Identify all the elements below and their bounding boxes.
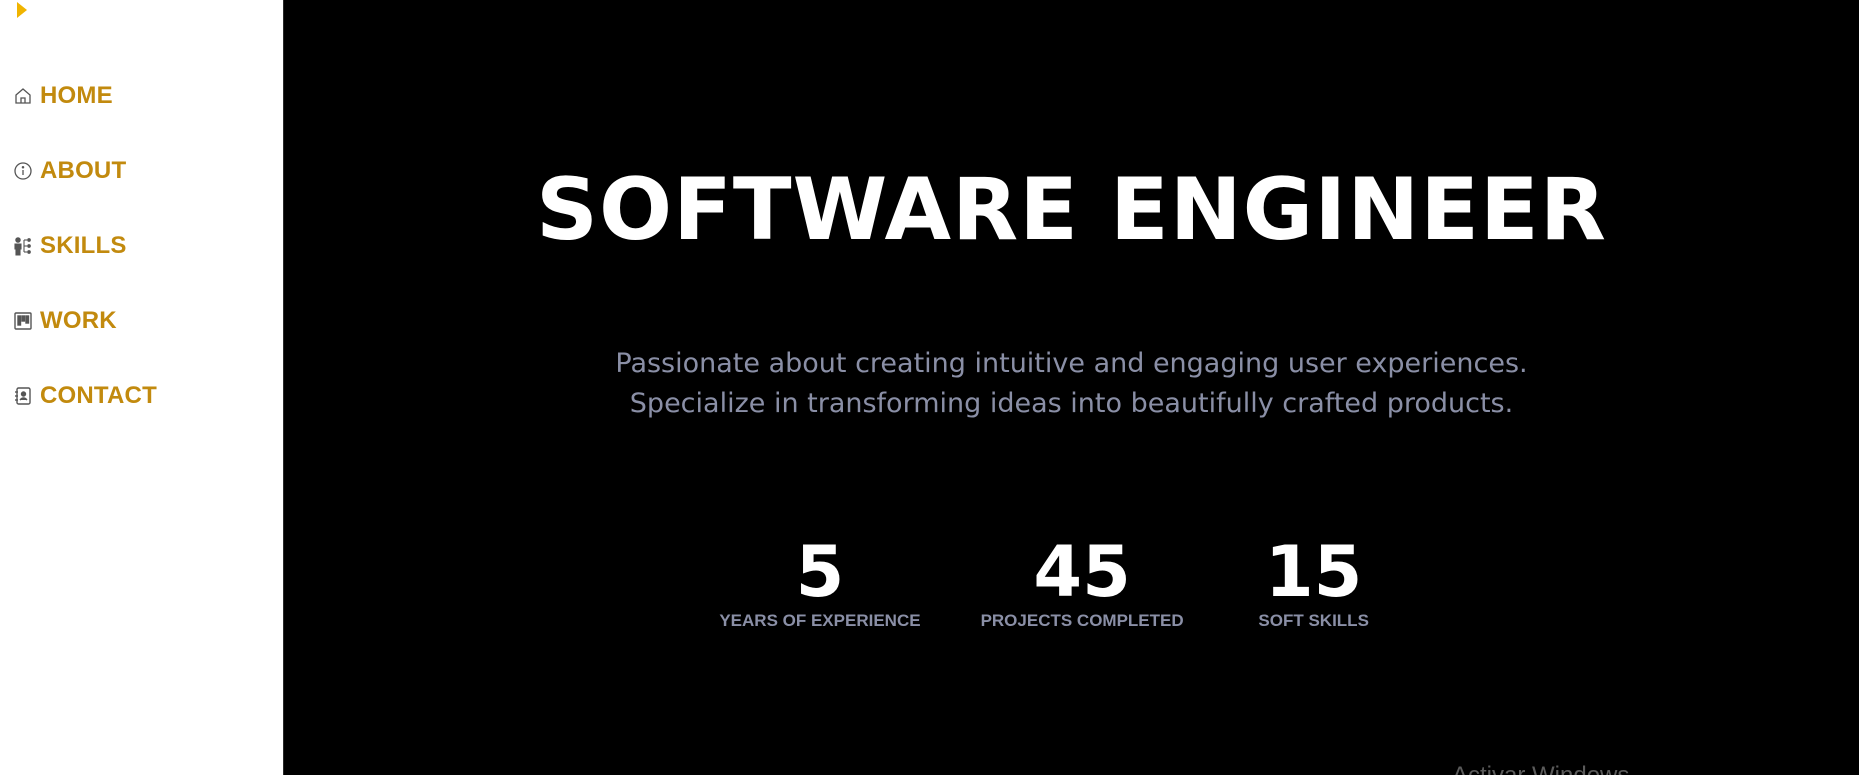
- caret-right-icon: [17, 2, 27, 18]
- stat-value: 45: [1033, 531, 1131, 613]
- stat-value: 5: [795, 531, 845, 613]
- stat-value: 15: [1264, 531, 1363, 613]
- skills-icon: [12, 235, 34, 257]
- sidebar: HOME ABOUT SKILLS WORK CONTACT: [0, 0, 283, 775]
- sidebar-item-home[interactable]: HOME: [0, 76, 283, 116]
- stat-projects-completed: 45 PROJECTS COMPLETED: [981, 535, 1184, 631]
- sidebar-item-label: ABOUT: [40, 157, 127, 184]
- sidebar-item-work[interactable]: WORK: [0, 301, 283, 341]
- stat-label: PROJECTS COMPLETED: [980, 611, 1184, 630]
- stat-label: SOFT SKILLS: [1258, 611, 1369, 630]
- sidebar-item-label: CONTACT: [40, 382, 157, 409]
- contact-book-icon: [12, 385, 34, 407]
- sidebar-toggle-button[interactable]: [14, 0, 30, 20]
- sidebar-item-about[interactable]: ABOUT: [0, 151, 283, 191]
- page: HOME ABOUT SKILLS WORK CONTACT SOFTWARE …: [0, 0, 1859, 775]
- windows-activation-watermark: Activar Windows: [1452, 762, 1629, 775]
- sidebar-item-skills[interactable]: SKILLS: [0, 226, 283, 266]
- kanban-board-icon: [12, 310, 34, 332]
- sidebar-item-contact[interactable]: CONTACT: [0, 376, 283, 416]
- stat-label: YEARS OF EXPERIENCE: [719, 611, 921, 630]
- hero-title: SOFTWARE ENGINEER: [536, 160, 1607, 260]
- stat-years-experience: 5 YEARS OF EXPERIENCE: [719, 535, 920, 631]
- sidebar-item-label: WORK: [40, 307, 117, 334]
- hero-subtitle: Passionate about creating intuitive and …: [284, 344, 1859, 424]
- stat-soft-skills: 15 SOFT SKILLS: [1244, 535, 1384, 631]
- hero-section: SOFTWARE ENGINEER Passionate about creat…: [283, 0, 1859, 775]
- sidebar-item-label: HOME: [40, 82, 113, 109]
- home-icon: [12, 85, 34, 107]
- hero-subtitle-line-2: Specialize in transforming ideas into be…: [629, 388, 1514, 419]
- info-icon: [12, 160, 34, 182]
- sidebar-item-label: SKILLS: [40, 232, 127, 259]
- stats-row: 5 YEARS OF EXPERIENCE 45 PROJECTS COMPLE…: [284, 535, 1859, 631]
- hero-subtitle-line-1: Passionate about creating intuitive and …: [615, 348, 1528, 379]
- sidebar-nav: HOME ABOUT SKILLS WORK CONTACT: [0, 76, 283, 451]
